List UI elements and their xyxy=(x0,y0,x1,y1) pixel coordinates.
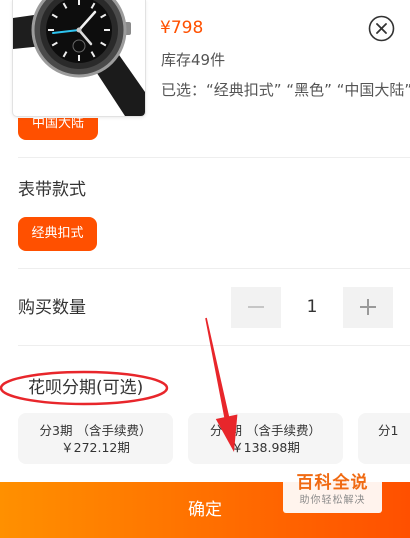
option-chip-label: 经典扣式 xyxy=(31,226,84,241)
quantity-value[interactable]: 1 xyxy=(281,287,343,328)
plus-icon xyxy=(360,299,376,315)
quantity-increase-button[interactable] xyxy=(343,287,393,328)
watermark-title: 百科全说 xyxy=(296,473,369,493)
installment-option[interactable]: 分1 xyxy=(358,413,410,464)
product-price: ¥798 xyxy=(160,18,204,38)
sku-selection-sheet: ¥798 库存49件 已选：“经典扣式” “黑色” “中国大陆” 中国大陆 表带… xyxy=(0,0,410,538)
installment-option[interactable]: 分期 （含手续费） ￥138.98期 xyxy=(188,413,343,464)
sheet-header: ¥798 库存49件 已选：“经典扣式” “黑色” “中国大陆” xyxy=(0,0,410,118)
divider xyxy=(18,345,410,346)
installment-label-end: 期 （含手续费） xyxy=(229,423,321,438)
installment-label-start: 分 xyxy=(210,423,223,438)
minus-icon xyxy=(248,299,264,315)
section-title-installment: 花呗分期(可选) xyxy=(28,378,144,398)
installment-label: 分期 （含手续费） xyxy=(188,422,343,439)
watermark-logo: 百科全说 助你轻松解决 xyxy=(283,468,382,513)
product-image[interactable] xyxy=(12,0,146,117)
divider xyxy=(18,268,410,269)
watermark-subtitle: 助你轻松解决 xyxy=(299,495,366,506)
option-chip-label: 中国大陆 xyxy=(31,116,84,131)
installment-amount: ￥272.12期 xyxy=(61,440,130,455)
section-title-quantity: 购买数量 xyxy=(18,298,86,318)
quantity-decrease-button[interactable] xyxy=(231,287,281,328)
watch-image xyxy=(13,0,145,116)
stock-count: 库存49件 xyxy=(161,51,226,69)
section-title-strap-style: 表带款式 xyxy=(18,180,86,200)
selected-summary: 已选：“经典扣式” “黑色” “中国大陆” xyxy=(161,81,410,99)
installment-label: 分1 xyxy=(378,423,399,438)
option-chip-classic-buckle[interactable]: 经典扣式 xyxy=(18,217,97,251)
close-icon xyxy=(368,15,395,42)
divider xyxy=(18,157,410,158)
installment-option[interactable]: 分3期 （含手续费） ￥272.12期 xyxy=(18,413,173,464)
installment-label: 分3期 （含手续费） xyxy=(39,423,152,438)
close-button[interactable] xyxy=(368,15,395,42)
installment-amount: ￥138.98期 xyxy=(231,440,300,455)
